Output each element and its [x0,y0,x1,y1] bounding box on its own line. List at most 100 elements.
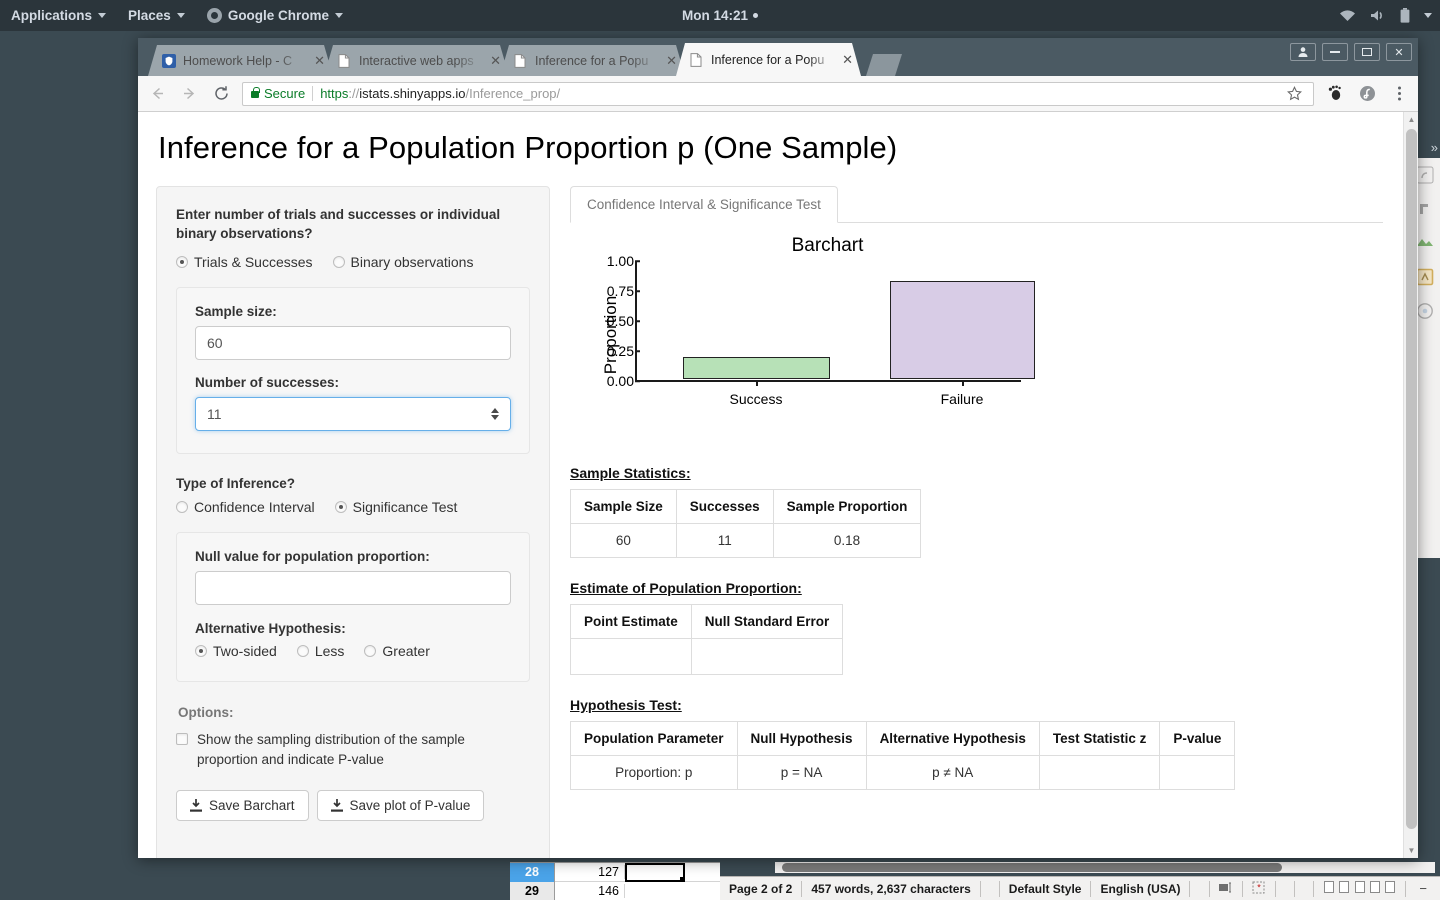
browser-tab-strip: Homework Help - C ✕ Interactive web apps… [138,38,1418,76]
page-style-status[interactable]: Default Style [1000,880,1092,897]
zoom-out-button[interactable]: − [1415,881,1431,896]
language-status[interactable]: English (USA) [1091,880,1191,897]
cell-population-parameter: Proportion: p [570,755,738,790]
insert-mode-icon[interactable] [1210,880,1243,897]
radio-button-icon[interactable] [334,500,347,513]
radio-button-icon[interactable] [176,500,188,513]
browser-tab-homework-help[interactable]: Homework Help - C ✕ [148,45,333,76]
radio-button-icon[interactable] [332,255,345,268]
row-header[interactable]: 28 [510,863,555,882]
libreoffice-calc-strip[interactable]: 28 127 29 146 [510,862,720,900]
inference-type-radio-group[interactable]: Confidence Interval Significance Test [176,499,530,515]
sidebar-navigator-icon[interactable] [1416,268,1436,288]
signature-status[interactable] [1276,880,1295,897]
active-app-menu[interactable]: Google Chrome [196,0,354,31]
document-horizontal-scrollbar[interactable] [775,862,1435,873]
radio-trials-successes[interactable]: Trials & Successes [176,254,313,270]
close-button[interactable]: ✕ [1386,43,1412,61]
multi-page-view-icon[interactable] [1354,880,1365,893]
sidebar-styles-icon[interactable] [1416,302,1436,322]
radio-confidence-interval[interactable]: Confidence Interval [176,499,315,515]
cell-value[interactable]: 127 [555,865,625,879]
radio-label: Confidence Interval [194,498,315,515]
browser-tab-interactive-web-apps[interactable]: Interactive web apps ✕ [324,45,509,76]
sidebar-expand-arrows[interactable]: » [1431,140,1438,155]
radio-greater[interactable]: Greater [364,643,430,659]
close-icon[interactable]: ✕ [490,54,501,67]
page-vertical-scrollbar[interactable]: ▲ ▼ [1403,112,1418,858]
radio-significance-test[interactable]: Significance Test [334,499,457,515]
radio-button-icon[interactable] [176,255,188,268]
sidebar-properties-icon[interactable] [1416,200,1436,220]
close-icon[interactable]: ✕ [314,54,325,67]
table-row[interactable]: 29 146 [510,881,720,900]
profile-avatar-button[interactable] [1290,43,1316,61]
forward-button[interactable] [178,83,200,105]
new-tab-button[interactable] [866,54,902,76]
input-mode-radio-group[interactable]: Trials & Successes Binary observations [176,254,530,270]
back-button[interactable] [146,83,168,105]
row-header[interactable]: 29 [510,881,555,900]
book-view-icon[interactable] [1385,880,1396,893]
close-icon[interactable]: ✕ [666,54,677,67]
cell-null-hypothesis: p = NA [736,755,867,790]
bookmark-star-icon[interactable] [1283,83,1305,105]
sidebar-gallery-icon[interactable] [1416,234,1436,254]
places-menu[interactable]: Places [117,0,196,31]
secure-badge[interactable]: Secure [251,86,305,101]
scroll-up-arrow-icon[interactable]: ▲ [1404,112,1418,127]
radio-two-sided[interactable]: Two-sided [195,643,277,659]
close-icon[interactable]: ✕ [842,53,853,66]
column-header: Null Standard Error [690,604,844,639]
page-count-status[interactable]: Page 2 of 2 [720,880,803,897]
chevron-down-icon[interactable] [1424,13,1432,18]
fedora-extension-icon[interactable] [1356,83,1378,105]
cell-value[interactable]: 146 [555,884,625,898]
alternative-hypothesis-radio-group[interactable]: Two-sided Less Greater [195,643,511,659]
chrome-menu-icon[interactable] [1388,83,1410,105]
radio-button-icon[interactable] [195,644,207,657]
table-row[interactable]: 28 127 [510,863,720,882]
save-barchart-button[interactable]: Save Barchart [176,790,309,822]
browser-tab-inference-2-active[interactable]: Inference for a Popu ✕ [676,43,861,76]
table-row: Proportion: p p = NA p ≠ NA [570,755,1236,790]
active-cell[interactable] [625,863,685,882]
selection-mode-status[interactable] [1190,880,1210,897]
section-status[interactable] [1295,880,1315,897]
sidebar-settings-icon[interactable] [1416,166,1436,186]
x-tick-mark [756,381,758,386]
gnome-extension-icon[interactable] [1324,83,1346,105]
reload-button[interactable] [210,83,232,105]
multi-page-view-icon[interactable] [1339,880,1350,893]
column-header: Sample Size [570,489,677,524]
maximize-button[interactable] [1354,43,1380,61]
single-page-view-icon[interactable] [1324,880,1335,893]
applications-menu[interactable]: Applications [0,0,117,31]
radio-less[interactable]: Less [296,643,344,659]
save-pvalue-plot-button[interactable]: Save plot of P-value [316,790,485,822]
book-view-icon[interactable] [1370,880,1381,893]
hypothesis-well: Null value for population proportion: Al… [176,531,530,682]
radio-button-icon[interactable] [364,644,377,657]
radio-button-icon[interactable] [296,644,309,657]
radio-binary-observations[interactable]: Binary observations [332,254,473,270]
successes-input[interactable]: 11 [195,396,511,431]
gnome-system-tray[interactable] [1339,0,1432,31]
scrollbar-thumb[interactable] [782,863,1282,872]
tab-confidence-interval-significance-test[interactable]: Confidence Interval & Significance Test [570,186,838,223]
cell-p-value [1159,755,1236,790]
view-layout-buttons[interactable] [1314,880,1407,897]
scroll-down-arrow-icon[interactable]: ▼ [1404,843,1418,858]
address-bar[interactable]: Secure https://istats.shinyapps.io/Infer… [242,81,1314,106]
browser-tab-inference-1[interactable]: Inference for a Popu ✕ [500,45,685,76]
minimize-button[interactable] [1322,43,1348,61]
show-sampling-distribution-checkbox[interactable]: Show the sampling distribution of the sa… [176,730,530,771]
number-stepper-icon[interactable] [491,407,499,420]
scrollbar-thumb[interactable] [1406,129,1417,829]
sample-size-input[interactable]: 60 [195,325,511,360]
zoom-slider[interactable]: − [1406,881,1440,897]
document-modified-icon[interactable]: * [1243,880,1276,897]
checkbox-icon[interactable] [176,732,188,745]
null-value-input[interactable] [195,570,511,605]
word-count-status[interactable]: 457 words, 2,637 characters [802,880,981,897]
